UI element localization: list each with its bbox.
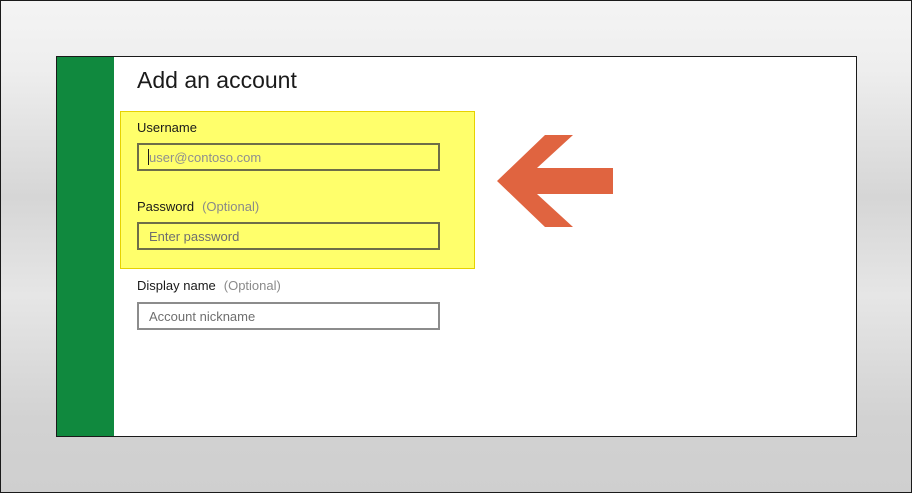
username-input[interactable] <box>137 143 440 171</box>
password-label: Password (Optional) <box>137 199 259 214</box>
display-name-optional-hint: (Optional) <box>223 278 281 293</box>
display-name-input[interactable] <box>137 302 440 330</box>
password-input[interactable] <box>137 222 440 250</box>
password-label-text: Password <box>137 199 195 214</box>
username-label-text: Username <box>137 120 197 135</box>
password-optional-hint: (Optional) <box>202 199 260 214</box>
left-arrow-icon <box>497 135 613 227</box>
display-name-label: Display name (Optional) <box>137 278 281 293</box>
arrow-shape <box>497 135 613 227</box>
dialog-title: Add an account <box>137 67 297 93</box>
add-account-dialog: Add an account Username Password (Optiona… <box>56 56 857 437</box>
username-label: Username <box>137 120 197 135</box>
accent-bar <box>57 57 114 436</box>
text-caret <box>148 149 149 165</box>
display-name-label-text: Display name <box>137 278 216 293</box>
